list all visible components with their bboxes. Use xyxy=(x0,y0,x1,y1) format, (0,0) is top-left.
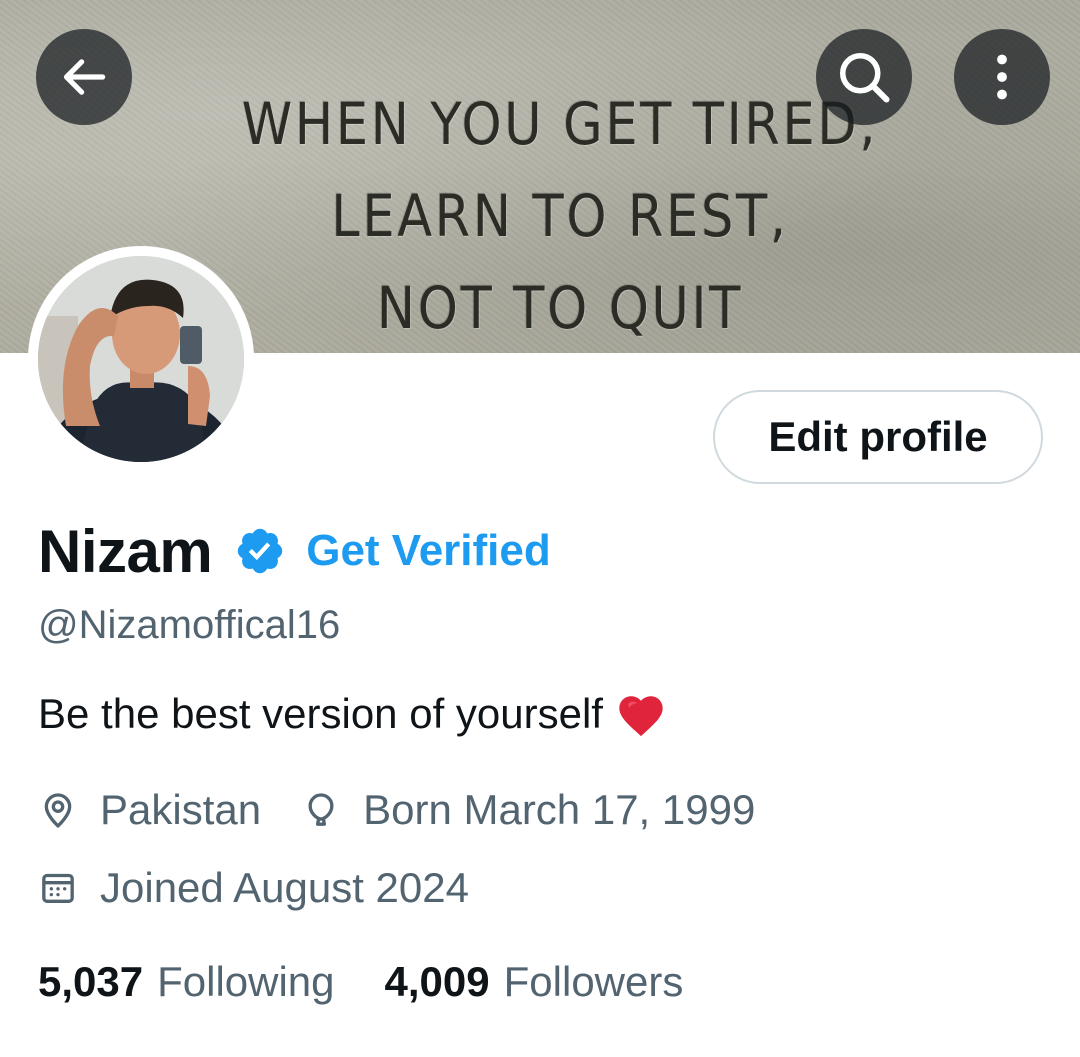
banner-quote-line-2: LEARN TO REST, xyxy=(331,182,789,250)
profile-bio: Be the best version of yourself xyxy=(38,690,667,738)
birthday-item: Born March 17, 1999 xyxy=(301,786,755,834)
following-link[interactable]: 5,037 Following xyxy=(38,958,335,1006)
following-count: 5,037 xyxy=(38,958,144,1005)
followers-count: 4,009 xyxy=(384,958,490,1005)
arrow-left-icon xyxy=(63,59,106,95)
banner-quote-line-1: WHEN YOU GET TIRED, xyxy=(241,90,879,158)
banner-quote: WHEN YOU GET TIRED, LEARN TO REST, NOT T… xyxy=(226,78,895,353)
back-button[interactable] xyxy=(36,29,132,125)
calendar-icon xyxy=(42,873,74,903)
more-vertical-icon xyxy=(997,54,1007,100)
following-label: Following xyxy=(157,958,335,1005)
avatar-photo xyxy=(38,256,244,462)
avatar-image xyxy=(38,256,244,462)
avatar[interactable] xyxy=(28,246,254,472)
banner-quote-line-3: NOT TO QUIT xyxy=(376,274,744,342)
profile-meta-row-2: Joined August 2024 xyxy=(38,864,509,912)
verified-badge-icon xyxy=(238,528,283,574)
display-name: Nizam xyxy=(38,517,213,585)
balloon-icon xyxy=(308,793,334,826)
location-pin-icon xyxy=(44,793,72,829)
profile-meta-row-1: Pakistan Born March 17, 1999 xyxy=(38,786,795,834)
edit-profile-button[interactable]: Edit profile xyxy=(713,390,1043,484)
joined-text: Joined August 2024 xyxy=(100,864,469,911)
bio-text: Be the best version of yourself xyxy=(38,690,603,737)
more-options-button[interactable] xyxy=(954,29,1050,125)
search-icon xyxy=(840,53,890,103)
followers-label: Followers xyxy=(503,958,684,1005)
profile-handle: @Nizamoffical16 xyxy=(38,603,341,647)
followers-link[interactable]: 4,009 Followers xyxy=(385,958,684,1006)
red-heart-icon xyxy=(619,696,663,737)
joined-item: Joined August 2024 xyxy=(38,864,469,912)
search-button[interactable] xyxy=(816,29,912,125)
get-verified-link[interactable]: Get Verified xyxy=(306,526,551,576)
birthday-text: Born March 17, 1999 xyxy=(363,786,756,833)
name-row: Nizam Get Verified xyxy=(38,515,551,587)
location-item: Pakistan xyxy=(38,786,261,834)
follow-stats: 5,037 Following 4,009 Followers xyxy=(38,958,733,1006)
location-text: Pakistan xyxy=(100,786,262,833)
